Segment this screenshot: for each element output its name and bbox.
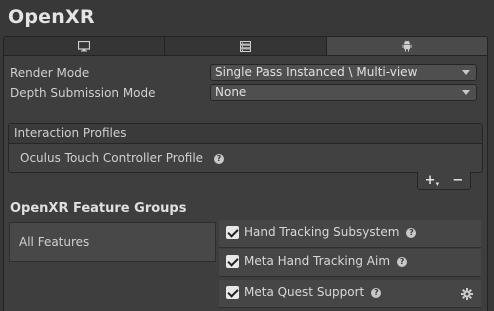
feature-label-row: Hand Tracking Subsystem?: [244, 225, 417, 239]
help-icon[interactable]: ?: [371, 287, 382, 298]
depth-submission-value: None: [215, 85, 247, 99]
group-label: All Features: [19, 235, 90, 249]
help-icon[interactable]: ?: [213, 153, 224, 164]
chevron-down-icon: [462, 70, 470, 75]
gear-icon[interactable]: [461, 288, 473, 300]
feature-label: Hand Tracking Subsystem: [244, 225, 400, 239]
feature-checkbox[interactable]: [226, 286, 239, 299]
chevron-down-icon: [462, 90, 470, 95]
android-icon: [402, 40, 412, 52]
help-icon[interactable]: ?: [406, 227, 417, 238]
feature-label: Meta Quest Support: [244, 285, 365, 299]
feature-label: Meta Hand Tracking Aim: [244, 254, 391, 268]
remove-profile-button[interactable]: −: [452, 173, 463, 188]
feature-label-row: Meta Quest Support?: [244, 285, 382, 299]
feature-checkbox[interactable]: [226, 255, 239, 268]
profile-label: Oculus Touch Controller Profile: [20, 151, 204, 165]
monitor-icon: [78, 40, 91, 51]
server-icon: [239, 40, 251, 52]
tab-android[interactable]: [326, 37, 487, 55]
interaction-profiles-header: Interaction Profiles: [9, 124, 482, 144]
render-mode-label: Render Mode: [10, 66, 90, 80]
add-remove-footer: +▾ −: [417, 172, 471, 190]
platform-tabs: [3, 36, 488, 56]
feature-item-hand-tracking-subsystem: Hand Tracking Subsystem?: [219, 220, 481, 248]
plus-icon: +: [424, 173, 436, 188]
tab-standalone[interactable]: [4, 37, 166, 55]
chevron-down-icon: ▾: [435, 180, 440, 188]
feature-checkbox[interactable]: [226, 226, 239, 239]
feature-item-meta-quest-support: Meta Quest Support?: [219, 280, 481, 308]
openxr-settings-window: OpenXR Render Mode Single Pass Instanced…: [0, 0, 494, 311]
depth-submission-dropdown[interactable]: None: [210, 84, 477, 101]
group-list-empty: [9, 262, 216, 311]
page-title: OpenXR: [8, 6, 95, 28]
tab-dedicated-server[interactable]: [165, 37, 327, 55]
depth-submission-label: Depth Submission Mode: [10, 86, 156, 100]
feature-groups-title: OpenXR Feature Groups: [10, 201, 187, 216]
feature-label-row: Meta Hand Tracking Aim?: [244, 254, 408, 268]
feature-item-meta-hand-tracking-aim: Meta Hand Tracking Aim?: [219, 249, 481, 277]
list-item[interactable]: Oculus Touch Controller Profile ?: [20, 151, 224, 165]
add-profile-button[interactable]: +▾: [425, 173, 439, 188]
interaction-profiles-list: Interaction Profiles Oculus Touch Contro…: [8, 123, 483, 173]
render-mode-value: Single Pass Instanced \ Multi-view: [215, 65, 418, 79]
group-item-all-features[interactable]: All Features: [9, 222, 216, 262]
render-mode-dropdown[interactable]: Single Pass Instanced \ Multi-view: [210, 64, 477, 81]
help-icon[interactable]: ?: [397, 256, 408, 267]
